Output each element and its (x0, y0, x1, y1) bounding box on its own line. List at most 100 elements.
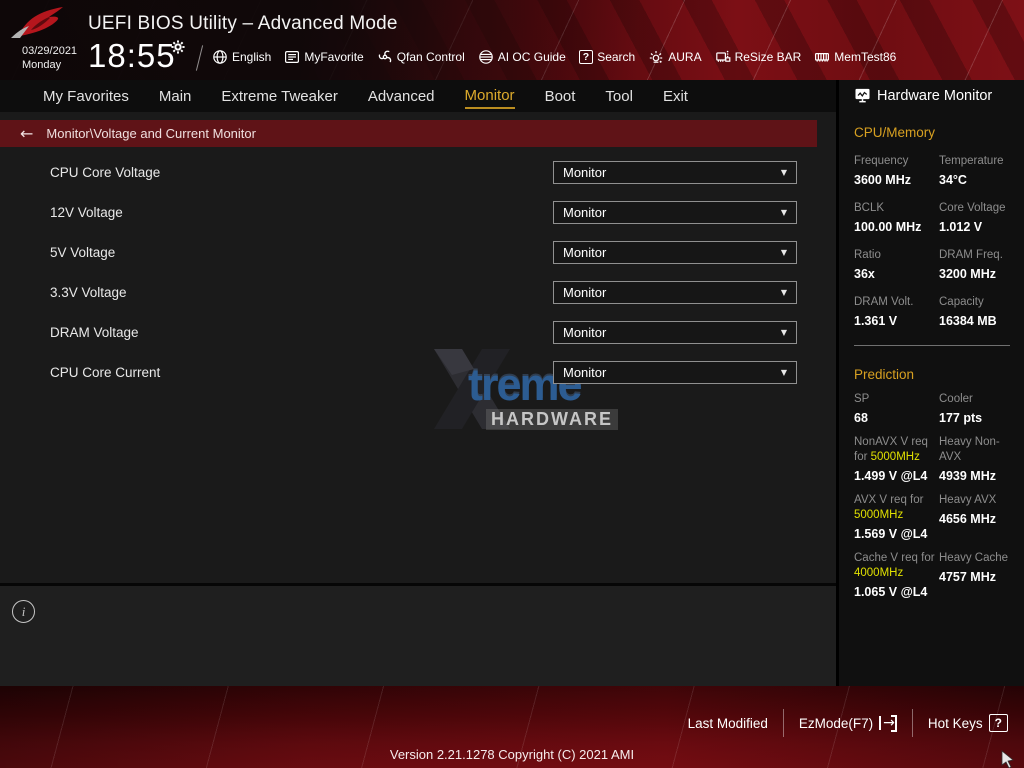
setting-label: 12V Voltage (0, 205, 553, 220)
stat-ratio: Ratio 36x (854, 248, 939, 281)
hardware-monitor-sidebar: Hardware Monitor CPU/Memory Frequency 36… (836, 80, 1024, 686)
3v3-voltage-select[interactable]: Monitor ▼ (553, 281, 797, 304)
stat-label: Heavy AVX (939, 493, 1014, 508)
dram-voltage-select[interactable]: Monitor ▼ (553, 321, 797, 344)
aura-lamp-icon (648, 49, 664, 65)
last-modified-label: Last Modified (688, 716, 768, 731)
stat-avx-vreq: AVX V req for 5000MHz 1.569 V @L4 (854, 493, 939, 541)
day-value: Monday (22, 59, 77, 73)
date-display: 03/29/2021 Monday (22, 45, 77, 73)
stat-value: 1.065 V @L4 (854, 585, 939, 599)
setting-label: 5V Voltage (0, 245, 553, 260)
toolbar-label: Qfan Control (397, 50, 465, 64)
myfavorite-button[interactable]: MyFavorite (284, 49, 363, 65)
stat-value: 1.569 V @L4 (854, 527, 939, 541)
chevron-down-icon: ▼ (781, 288, 787, 297)
stat-label: BCLK (854, 201, 936, 216)
ezmode-enter-icon: → (879, 715, 897, 732)
page-title: UEFI BIOS Utility – Advanced Mode (88, 13, 398, 35)
stat-bclk: BCLK 100.00 MHz (854, 201, 939, 234)
highlight-freq: 4000MHz (854, 567, 903, 579)
ai-oc-guide-button[interactable]: AI OC Guide (478, 49, 566, 65)
hot-keys-label: Hot Keys (928, 716, 983, 731)
tab-advanced[interactable]: Advanced (368, 84, 435, 108)
toolbar-label: MemTest86 (834, 50, 896, 64)
tab-tool[interactable]: Tool (605, 84, 633, 108)
stat-label: AVX V req for 5000MHz (854, 493, 936, 523)
stat-value: 177 pts (939, 411, 1014, 425)
fan-icon (377, 49, 393, 65)
footer-links: Last Modified EzMode(F7) → Hot Keys ? (688, 709, 1008, 737)
footer-divider (912, 709, 913, 737)
back-arrow-icon[interactable]: ← (20, 124, 33, 143)
stat-nonavx-vreq: NonAVX V req for 5000MHz 1.499 V @L4 (854, 435, 939, 483)
help-info-panel: i (0, 586, 836, 686)
ezmode-button[interactable]: EzMode(F7) → (799, 715, 897, 732)
favorites-list-icon (284, 49, 300, 65)
language-button[interactable]: English (212, 49, 271, 65)
stat-value: 68 (854, 411, 939, 425)
chevron-down-icon: ▼ (781, 248, 787, 257)
chevron-down-icon: ▼ (781, 328, 787, 337)
resize-bar-button[interactable]: ReSize BAR (715, 49, 802, 65)
stat-value: 100.00 MHz (854, 220, 939, 234)
stat-label: DRAM Freq. (939, 248, 1014, 263)
tab-main[interactable]: Main (159, 84, 192, 108)
bios-screen: UEFI BIOS Utility – Advanced Mode 03/29/… (0, 0, 1024, 768)
setting-row-3v3-voltage: 3.3V Voltage Monitor ▼ (0, 272, 817, 312)
stat-dram-freq: DRAM Freq. 3200 MHz (939, 248, 1014, 281)
dropdown-value: Monitor (563, 365, 606, 380)
stat-label: Cooler (939, 392, 1014, 407)
tab-exit[interactable]: Exit (663, 84, 688, 108)
qfan-control-button[interactable]: Qfan Control (377, 49, 465, 65)
stat-value: 1.361 V (854, 314, 939, 328)
tab-my-favorites[interactable]: My Favorites (43, 84, 129, 108)
info-icon: i (12, 600, 35, 623)
dropdown-value: Monitor (563, 245, 606, 260)
setting-row-5v-voltage: 5V Voltage Monitor ▼ (0, 232, 817, 272)
hot-keys-help-icon: ? (989, 714, 1008, 732)
search-button[interactable]: ? Search (579, 50, 635, 64)
version-text: Version 2.21.1278 Copyright (C) 2021 AMI (0, 747, 1024, 762)
sidebar-divider (854, 345, 1010, 346)
stat-heavy-nonavx: Heavy Non-AVX 4939 MHz (939, 435, 1014, 483)
last-modified-button[interactable]: Last Modified (688, 716, 768, 731)
ai-oc-icon (478, 49, 494, 65)
time-settings-gear-icon[interactable] (171, 40, 185, 54)
stat-value: 16384 MB (939, 314, 1014, 328)
tab-boot[interactable]: Boot (545, 84, 576, 108)
setting-row-dram-voltage: DRAM Voltage Monitor ▼ (0, 312, 817, 352)
5v-voltage-select[interactable]: Monitor ▼ (553, 241, 797, 264)
breadcrumb: ← Monitor\Voltage and Current Monitor (0, 120, 817, 147)
search-help-icon: ? (579, 50, 593, 64)
resize-bar-icon (715, 49, 731, 65)
toolbar-label: Search (597, 50, 635, 64)
cpu-core-voltage-select[interactable]: Monitor ▼ (553, 161, 797, 184)
12v-voltage-select[interactable]: Monitor ▼ (553, 201, 797, 224)
dropdown-value: Monitor (563, 325, 606, 340)
date-value: 03/29/2021 (22, 45, 77, 59)
dropdown-value: Monitor (563, 285, 606, 300)
stat-core-voltage: Core Voltage 1.012 V (939, 201, 1014, 234)
chevron-down-icon: ▼ (781, 368, 787, 377)
hardware-monitor-title: Hardware Monitor (854, 87, 1014, 104)
header-toolbar: English MyFavorite Qfan Control (212, 44, 896, 70)
stat-label: Temperature (939, 154, 1014, 169)
sidebar-title-text: Hardware Monitor (877, 88, 992, 104)
setting-row-cpu-core-current: CPU Core Current Monitor ▼ (0, 352, 817, 392)
hot-keys-button[interactable]: Hot Keys ? (928, 714, 1008, 732)
mouse-cursor (1000, 750, 1016, 768)
tab-extreme-tweaker[interactable]: Extreme Tweaker (221, 84, 337, 108)
cpu-core-current-select[interactable]: Monitor ▼ (553, 361, 797, 384)
stat-heavy-avx: Heavy AVX 4656 MHz (939, 493, 1014, 541)
globe-icon (212, 49, 228, 65)
settings-list: CPU Core Voltage Monitor ▼ 12V Voltage M… (0, 152, 817, 392)
footer: Last Modified EzMode(F7) → Hot Keys ? Ve… (0, 686, 1024, 768)
cpu-memory-grid: Frequency 3600 MHz Temperature 34°C BCLK… (854, 140, 1014, 328)
memtest86-button[interactable]: MemTest86 (814, 49, 896, 65)
tab-monitor[interactable]: Monitor (465, 83, 515, 109)
breadcrumb-text: Monitor\Voltage and Current Monitor (46, 126, 256, 141)
ezmode-label: EzMode(F7) (799, 716, 873, 731)
aura-button[interactable]: AURA (648, 49, 701, 65)
stat-value: 1.012 V (939, 220, 1014, 234)
